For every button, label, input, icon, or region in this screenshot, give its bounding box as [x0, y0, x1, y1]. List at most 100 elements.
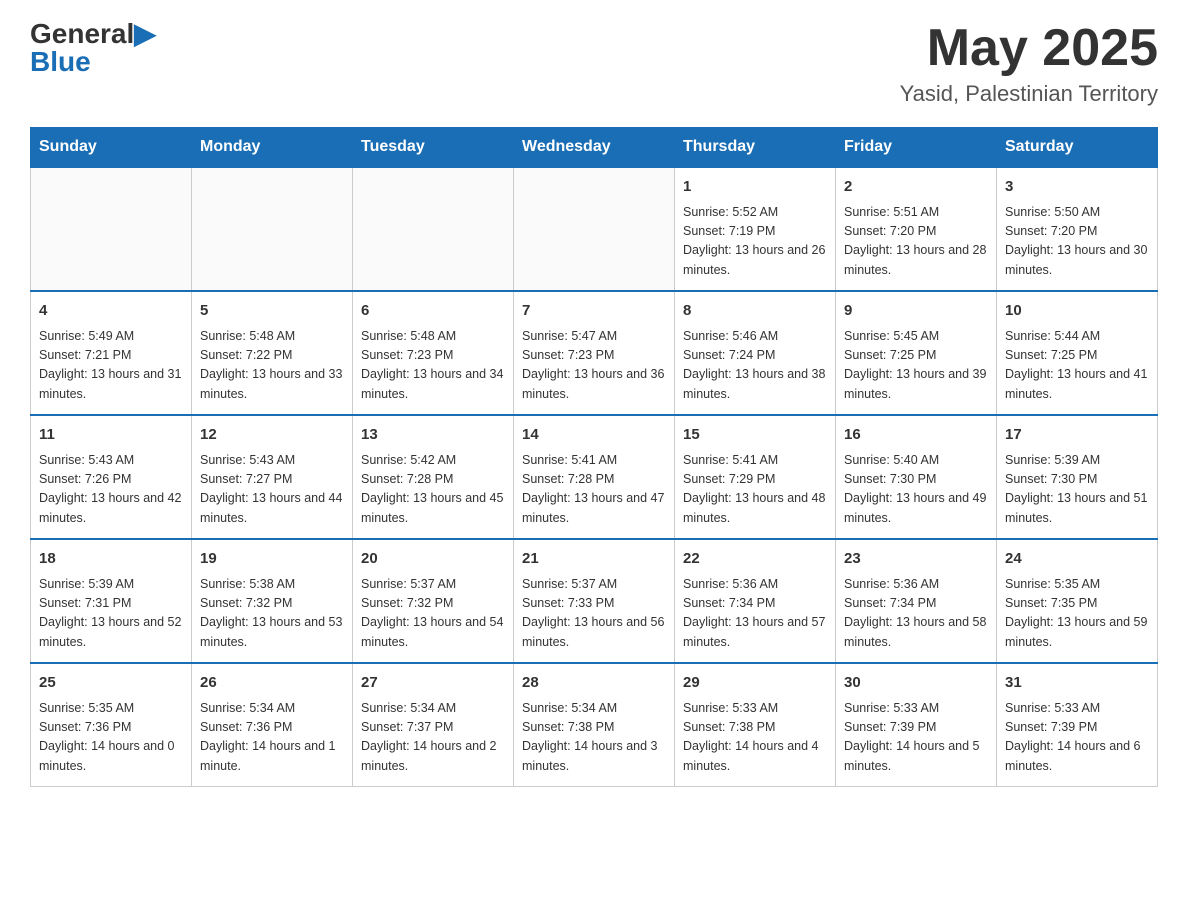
calendar-table: Sunday Monday Tuesday Wednesday Thursday… [30, 127, 1158, 787]
day-info: Sunrise: 5:48 AMSunset: 7:23 PMDaylight:… [361, 327, 505, 405]
calendar-cell: 7 Sunrise: 5:47 AMSunset: 7:23 PMDaylight… [514, 291, 675, 415]
calendar-cell: 2 Sunrise: 5:51 AMSunset: 7:20 PMDaylight… [836, 167, 997, 291]
day-number: 18 [39, 548, 183, 571]
day-number: 26 [200, 672, 344, 695]
page-header: General▶ Blue May 2025 Yasid, Palestinia… [30, 20, 1158, 107]
day-info: Sunrise: 5:36 AMSunset: 7:34 PMDaylight:… [844, 575, 988, 653]
day-info: Sunrise: 5:52 AMSunset: 7:19 PMDaylight:… [683, 203, 827, 281]
calendar-cell: 26 Sunrise: 5:34 AMSunset: 7:36 PMDayligh… [192, 663, 353, 787]
logo: General▶ Blue [30, 20, 156, 76]
calendar-cell: 9 Sunrise: 5:45 AMSunset: 7:25 PMDaylight… [836, 291, 997, 415]
day-info: Sunrise: 5:42 AMSunset: 7:28 PMDaylight:… [361, 451, 505, 529]
day-number: 6 [361, 300, 505, 323]
day-info: Sunrise: 5:50 AMSunset: 7:20 PMDaylight:… [1005, 203, 1149, 281]
day-info: Sunrise: 5:39 AMSunset: 7:30 PMDaylight:… [1005, 451, 1149, 529]
col-wednesday: Wednesday [514, 128, 675, 168]
col-tuesday: Tuesday [353, 128, 514, 168]
calendar-cell: 19 Sunrise: 5:38 AMSunset: 7:32 PMDayligh… [192, 539, 353, 663]
day-info: Sunrise: 5:34 AMSunset: 7:36 PMDaylight:… [200, 699, 344, 777]
calendar-cell: 15 Sunrise: 5:41 AMSunset: 7:29 PMDayligh… [675, 415, 836, 539]
calendar-week-row-4: 18 Sunrise: 5:39 AMSunset: 7:31 PMDayligh… [31, 539, 1158, 663]
day-info: Sunrise: 5:48 AMSunset: 7:22 PMDaylight:… [200, 327, 344, 405]
day-info: Sunrise: 5:49 AMSunset: 7:21 PMDaylight:… [39, 327, 183, 405]
calendar-cell: 13Sunrise: 5:42 AMSunset: 7:28 PMDayligh… [353, 415, 514, 539]
day-number: 14 [522, 424, 666, 447]
calendar-week-row-3: 11Sunrise: 5:43 AMSunset: 7:26 PMDayligh… [31, 415, 1158, 539]
calendar-cell: 20Sunrise: 5:37 AMSunset: 7:32 PMDayligh… [353, 539, 514, 663]
day-number: 1 [683, 176, 827, 199]
logo-general-text: General▶ [30, 20, 156, 48]
calendar-cell: 25Sunrise: 5:35 AMSunset: 7:36 PMDayligh… [31, 663, 192, 787]
day-info: Sunrise: 5:39 AMSunset: 7:31 PMDaylight:… [39, 575, 183, 653]
calendar-header-row: Sunday Monday Tuesday Wednesday Thursday… [31, 128, 1158, 168]
day-info: Sunrise: 5:47 AMSunset: 7:23 PMDaylight:… [522, 327, 666, 405]
calendar-cell: 14 Sunrise: 5:41 AMSunset: 7:28 PMDayligh… [514, 415, 675, 539]
calendar-cell: 22Sunrise: 5:36 AMSunset: 7:34 PMDayligh… [675, 539, 836, 663]
calendar-cell: 16Sunrise: 5:40 AMSunset: 7:30 PMDayligh… [836, 415, 997, 539]
day-number: 10 [1005, 300, 1149, 323]
day-number: 28 [522, 672, 666, 695]
day-number: 29 [683, 672, 827, 695]
day-number: 31 [1005, 672, 1149, 695]
day-info: Sunrise: 5:46 AMSunset: 7:24 PMDaylight:… [683, 327, 827, 405]
calendar-cell: 24 Sunrise: 5:35 AMSunset: 7:35 PMDayligh… [997, 539, 1158, 663]
day-number: 17 [1005, 424, 1149, 447]
calendar-cell: 18 Sunrise: 5:39 AMSunset: 7:31 PMDayligh… [31, 539, 192, 663]
calendar-cell: 30 Sunrise: 5:33 AMSunset: 7:39 PMDayligh… [836, 663, 997, 787]
day-info: Sunrise: 5:35 AMSunset: 7:35 PMDaylight:… [1005, 575, 1149, 653]
day-info: Sunrise: 5:44 AMSunset: 7:25 PMDaylight:… [1005, 327, 1149, 405]
day-info: Sunrise: 5:38 AMSunset: 7:32 PMDaylight:… [200, 575, 344, 653]
day-info: Sunrise: 5:34 AMSunset: 7:38 PMDaylight:… [522, 699, 666, 777]
calendar-cell: 17 Sunrise: 5:39 AMSunset: 7:30 PMDayligh… [997, 415, 1158, 539]
title-block: May 2025 Yasid, Palestinian Territory [900, 20, 1158, 107]
day-info: Sunrise: 5:41 AMSunset: 7:29 PMDaylight:… [683, 451, 827, 529]
day-number: 12 [200, 424, 344, 447]
day-number: 30 [844, 672, 988, 695]
day-number: 5 [200, 300, 344, 323]
month-title: May 2025 [900, 20, 1158, 77]
calendar-week-row-5: 25Sunrise: 5:35 AMSunset: 7:36 PMDayligh… [31, 663, 1158, 787]
day-info: Sunrise: 5:36 AMSunset: 7:34 PMDaylight:… [683, 575, 827, 653]
calendar-cell: 4Sunrise: 5:49 AMSunset: 7:21 PMDaylight… [31, 291, 192, 415]
calendar-cell: 31Sunrise: 5:33 AMSunset: 7:39 PMDayligh… [997, 663, 1158, 787]
calendar-cell: 23 Sunrise: 5:36 AMSunset: 7:34 PMDayligh… [836, 539, 997, 663]
day-number: 3 [1005, 176, 1149, 199]
col-saturday: Saturday [997, 128, 1158, 168]
calendar-cell: 5 Sunrise: 5:48 AMSunset: 7:22 PMDaylight… [192, 291, 353, 415]
day-number: 19 [200, 548, 344, 571]
calendar-week-row-1: 1 Sunrise: 5:52 AMSunset: 7:19 PMDaylight… [31, 167, 1158, 291]
day-info: Sunrise: 5:33 AMSunset: 7:38 PMDaylight:… [683, 699, 827, 777]
day-number: 24 [1005, 548, 1149, 571]
day-number: 27 [361, 672, 505, 695]
calendar-cell: 10 Sunrise: 5:44 AMSunset: 7:25 PMDayligh… [997, 291, 1158, 415]
day-number: 15 [683, 424, 827, 447]
day-number: 16 [844, 424, 988, 447]
calendar-cell [514, 167, 675, 291]
calendar-cell: 28 Sunrise: 5:34 AMSunset: 7:38 PMDayligh… [514, 663, 675, 787]
day-number: 21 [522, 548, 666, 571]
col-sunday: Sunday [31, 128, 192, 168]
day-number: 9 [844, 300, 988, 323]
day-number: 8 [683, 300, 827, 323]
calendar-week-row-2: 4Sunrise: 5:49 AMSunset: 7:21 PMDaylight… [31, 291, 1158, 415]
col-monday: Monday [192, 128, 353, 168]
calendar-cell: 12 Sunrise: 5:43 AMSunset: 7:27 PMDayligh… [192, 415, 353, 539]
day-info: Sunrise: 5:37 AMSunset: 7:33 PMDaylight:… [522, 575, 666, 653]
day-info: Sunrise: 5:45 AMSunset: 7:25 PMDaylight:… [844, 327, 988, 405]
calendar-cell: 1 Sunrise: 5:52 AMSunset: 7:19 PMDaylight… [675, 167, 836, 291]
calendar-cell: 8 Sunrise: 5:46 AMSunset: 7:24 PMDaylight… [675, 291, 836, 415]
calendar-cell: 21 Sunrise: 5:37 AMSunset: 7:33 PMDayligh… [514, 539, 675, 663]
day-info: Sunrise: 5:51 AMSunset: 7:20 PMDaylight:… [844, 203, 988, 281]
day-info: Sunrise: 5:43 AMSunset: 7:27 PMDaylight:… [200, 451, 344, 529]
day-number: 7 [522, 300, 666, 323]
day-info: Sunrise: 5:33 AMSunset: 7:39 PMDaylight:… [844, 699, 988, 777]
day-info: Sunrise: 5:41 AMSunset: 7:28 PMDaylight:… [522, 451, 666, 529]
day-info: Sunrise: 5:34 AMSunset: 7:37 PMDaylight:… [361, 699, 505, 777]
col-thursday: Thursday [675, 128, 836, 168]
day-number: 23 [844, 548, 988, 571]
calendar-cell: 3 Sunrise: 5:50 AMSunset: 7:20 PMDaylight… [997, 167, 1158, 291]
day-info: Sunrise: 5:43 AMSunset: 7:26 PMDaylight:… [39, 451, 183, 529]
calendar-cell: 27 Sunrise: 5:34 AMSunset: 7:37 PMDayligh… [353, 663, 514, 787]
logo-blue-text: Blue [30, 48, 91, 76]
day-number: 2 [844, 176, 988, 199]
